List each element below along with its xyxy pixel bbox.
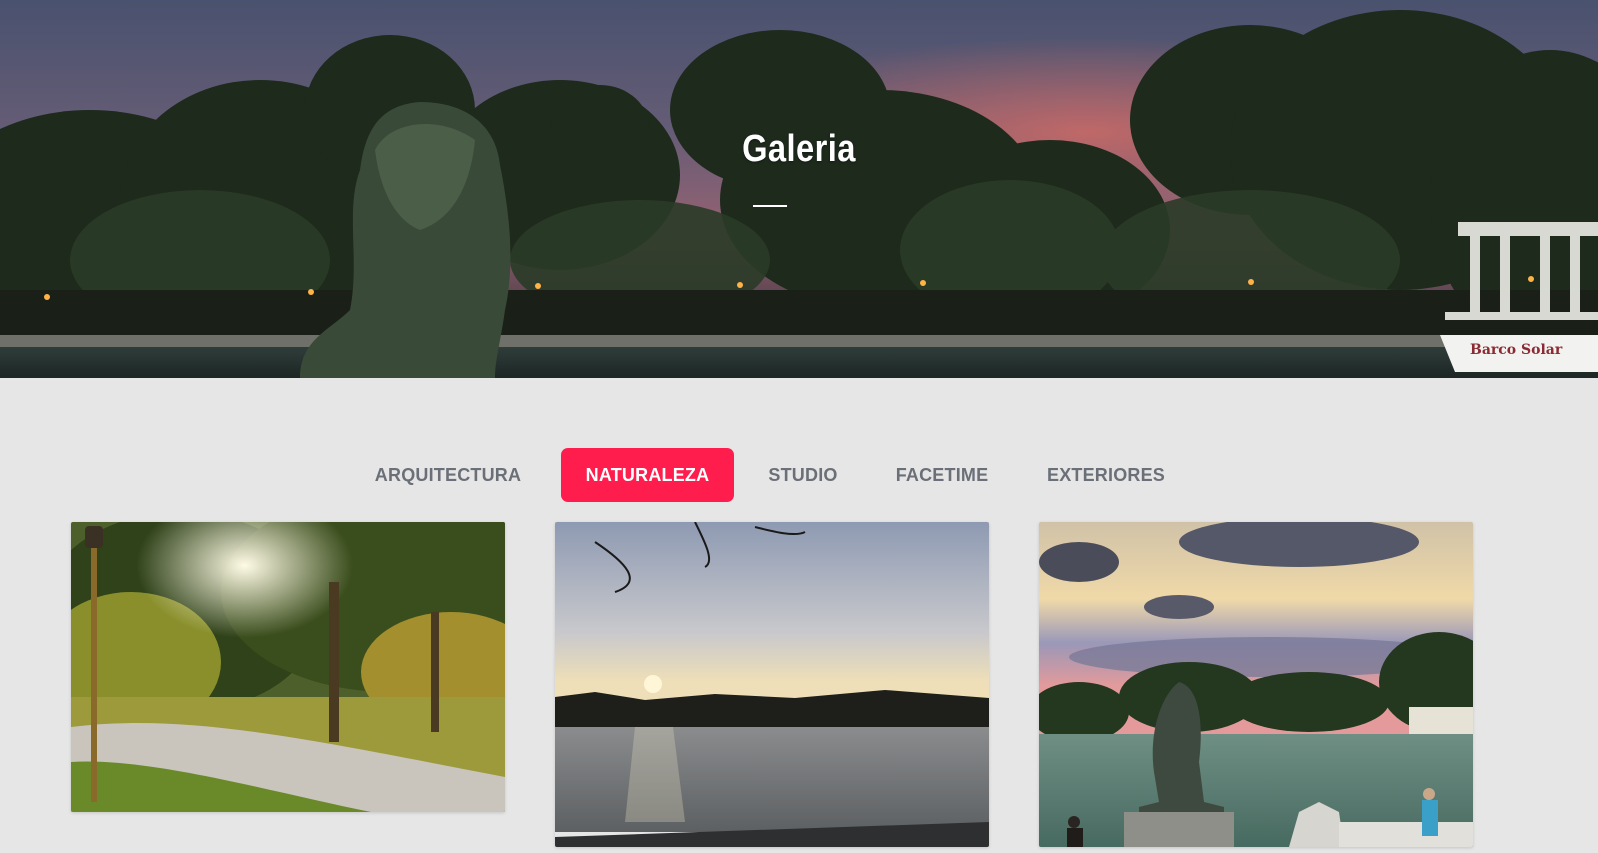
park-trees-photo: [71, 522, 505, 812]
gallery-image-park-trees[interactable]: [71, 522, 505, 812]
gallery-filter-tabs: ARQUITECTURA NATURALEZA STUDIO FACETIME …: [0, 448, 1598, 502]
hero-banner: Barco Solar Galeria: [0, 0, 1598, 378]
boat-sign-text: Barco Solar: [1470, 342, 1563, 358]
page: Barco Solar Galeria ARQUITECTURA NATURAL…: [0, 0, 1598, 853]
tab-studio[interactable]: STUDIO: [757, 448, 849, 502]
tab-naturaleza[interactable]: NATURALEZA: [561, 448, 734, 502]
gallery-image-lion-statue[interactable]: [1039, 522, 1473, 847]
hero-background-image: Barco Solar: [0, 0, 1598, 378]
lion-statue-photo: [1039, 522, 1473, 847]
lake-sunset-photo: [555, 522, 989, 847]
tab-facetime[interactable]: FACETIME: [885, 448, 999, 502]
gallery-image-lake-sunset[interactable]: [555, 522, 989, 847]
tab-exteriores[interactable]: EXTERIORES: [1037, 448, 1175, 502]
tab-arquitectura[interactable]: ARQUITECTURA: [368, 448, 528, 502]
title-underline: [753, 205, 787, 207]
page-title: Galeria: [742, 128, 856, 170]
